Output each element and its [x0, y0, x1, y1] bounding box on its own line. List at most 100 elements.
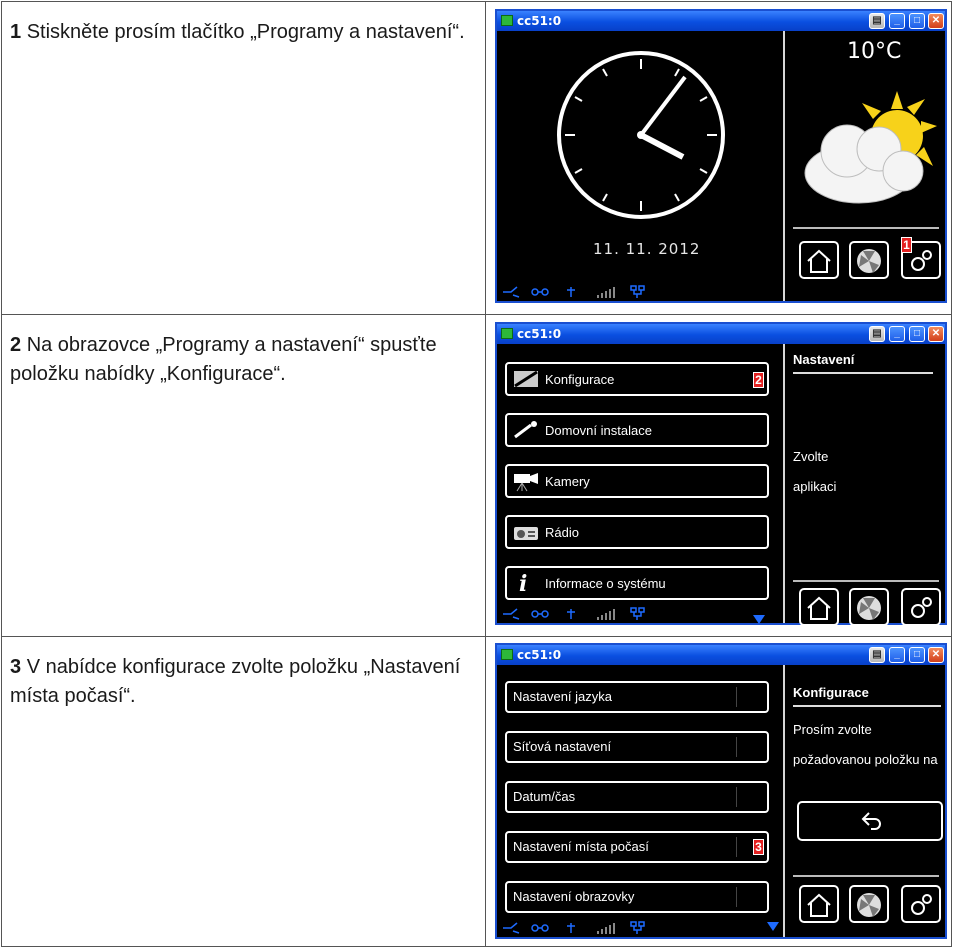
camera-icon: [514, 473, 538, 492]
terminal-icon: [501, 328, 513, 339]
home-icon: [807, 249, 831, 273]
app-window: cc51:0 ▤ _ □ ✕ Nastavení jazyka Síťová n…: [495, 643, 947, 939]
status-icons: [503, 607, 645, 620]
gear-icon: [911, 894, 932, 915]
step-marker: 2: [753, 372, 764, 388]
minute-hand: [639, 75, 687, 137]
bottom-divider: [793, 227, 939, 229]
step-instruction: Na obrazovce „Programy a nastavení“ spus…: [10, 334, 437, 385]
settings-button[interactable]: [901, 588, 941, 626]
step-text-cell: 1 Stiskněte prosím tlačítko „Programy a …: [2, 2, 486, 314]
bottom-divider: [793, 580, 939, 582]
menu-item-label: Informace o systému: [545, 576, 666, 591]
svg-text:i: i: [519, 571, 527, 593]
maximize-button[interactable]: □: [909, 647, 925, 663]
menu-item-label: Rádio: [545, 525, 579, 540]
step-number: 1: [10, 21, 22, 43]
panel-divider: [783, 344, 785, 623]
title-bar: cc51:0 ▤ _ □ ✕: [497, 645, 945, 665]
step-screenshot-cell: cc51:0 ▤ _ □ ✕ 11. 11. 2012 10°C 1: [487, 2, 951, 314]
settings-button[interactable]: [901, 885, 941, 923]
close-button[interactable]: ✕: [928, 13, 944, 29]
panel-divider: [783, 665, 785, 937]
scroll-down-arrow[interactable]: [753, 615, 765, 624]
step-instruction: Stiskněte prosím tlačítko „Programy a na…: [26, 21, 465, 43]
step-marker: 3: [753, 839, 764, 855]
printer-icon[interactable]: ▤: [869, 13, 885, 29]
home-icon: [807, 596, 831, 620]
scroll-down-arrow[interactable]: [767, 922, 779, 931]
step-marker: 1: [901, 237, 912, 253]
window-title: cc51:0: [517, 327, 562, 341]
partly-cloudy-icon: [804, 91, 937, 204]
menu-item-nastaveni-jazyka[interactable]: Nastavení jazyka: [505, 681, 769, 713]
hour-hand: [639, 132, 685, 160]
info-icon: i: [519, 571, 527, 593]
home-button[interactable]: [799, 885, 839, 923]
printer-icon[interactable]: ▤: [869, 647, 885, 663]
title-bar: cc51:0 ▤ _ □ ✕: [497, 324, 945, 344]
menu-item-radio[interactable]: Rádio: [505, 515, 769, 549]
step-screenshot-cell: cc51:0 ▤ _ □ ✕ Nastavení jazyka Síťová n…: [487, 637, 951, 946]
app-window: cc51:0 ▤ _ □ ✕ 11. 11. 2012 10°C 1: [495, 9, 947, 303]
status-icons: [503, 285, 645, 298]
close-button[interactable]: ✕: [928, 647, 944, 663]
item-separator: [736, 687, 737, 707]
menu-item-label: Nastavení jazyka: [513, 689, 612, 704]
side-text-line: požadovanou položku na: [793, 752, 938, 767]
menu-item-kamery[interactable]: Kamery: [505, 464, 769, 498]
menu-item-konfigurace[interactable]: Konfigurace: [505, 362, 769, 396]
bottom-divider: [793, 875, 939, 877]
printer-icon[interactable]: ▤: [869, 326, 885, 342]
item-separator: [736, 737, 737, 757]
home-button[interactable]: [799, 241, 839, 279]
minimize-button[interactable]: _: [889, 326, 905, 342]
home-button[interactable]: [799, 588, 839, 626]
terminal-icon: [501, 15, 513, 26]
item-separator: [736, 787, 737, 807]
configuration-icon: [514, 370, 538, 388]
menu-item-label: Nastavení místa počasí: [513, 839, 649, 854]
fan-button[interactable]: [849, 241, 889, 279]
wrench-icon: [514, 421, 537, 439]
menu-item-domovni-instalace[interactable]: Domovní instalace: [505, 413, 769, 447]
maximize-button[interactable]: □: [909, 326, 925, 342]
step-row-2: 2 Na obrazovce „Programy a nastavení“ sp…: [2, 315, 951, 637]
home-screen: 11. 11. 2012 10°C 1: [497, 31, 945, 301]
maximize-button[interactable]: □: [909, 13, 925, 29]
step-screenshot-cell: cc51:0 ▤ _ □ ✕ Konfigurace 2 Domovní ins…: [487, 315, 951, 636]
menu-item-label: Síťová nastavení: [513, 739, 612, 754]
step-text-cell: 3 V nabídce konfigurace zvolte položku „…: [2, 637, 486, 946]
close-button[interactable]: ✕: [928, 326, 944, 342]
step-row-1: 1 Stiskněte prosím tlačítko „Programy a …: [2, 2, 951, 315]
title-bar: cc51:0 ▤ _ □ ✕: [497, 11, 945, 31]
window-title: cc51:0: [517, 648, 562, 662]
back-button[interactable]: [797, 801, 943, 841]
menu-item-label: Datum/čas: [513, 789, 576, 804]
fan-button[interactable]: [849, 588, 889, 626]
minimize-button[interactable]: _: [889, 647, 905, 663]
radio-icon: [514, 527, 538, 540]
step-row-3: 3 V nabídce konfigurace zvolte položku „…: [2, 637, 951, 946]
status-icons: [503, 921, 645, 934]
date-display: 11. 11. 2012: [593, 240, 701, 258]
fan-button[interactable]: [849, 885, 889, 923]
menu-item-label: Kamery: [545, 474, 590, 489]
menu-item-label: Nastavení obrazovky: [513, 889, 635, 904]
fan-icon: [857, 596, 881, 620]
step-instruction: V nabídce konfigurace zvolte položku „Na…: [10, 656, 461, 707]
menu-item-nastaveni-obrazovky[interactable]: Nastavení obrazovky: [505, 881, 769, 913]
side-text-line: Prosím zvolte: [793, 722, 872, 737]
side-panel-title: Nastavení: [793, 352, 855, 367]
minimize-button[interactable]: _: [889, 13, 905, 29]
menu-item-datum-cas[interactable]: Datum/čas: [505, 781, 769, 813]
menu-item-sitova-nastaveni[interactable]: Síťová nastavení: [505, 731, 769, 763]
menu-item-label: Domovní instalace: [545, 423, 652, 438]
step-number: 3: [10, 656, 22, 678]
menu-item-informace-o-systemu[interactable]: i Informace o systému: [505, 566, 769, 600]
back-arrow-icon: [861, 812, 881, 830]
side-panel-text: Prosím zvolte požadovanou položku na: [793, 715, 938, 775]
menu-item-nastaveni-mista-pocasi[interactable]: Nastavení místa počasí: [505, 831, 769, 863]
menu-item-label: Konfigurace: [545, 372, 615, 387]
side-panel-text: Zvolte aplikaci: [793, 442, 836, 502]
